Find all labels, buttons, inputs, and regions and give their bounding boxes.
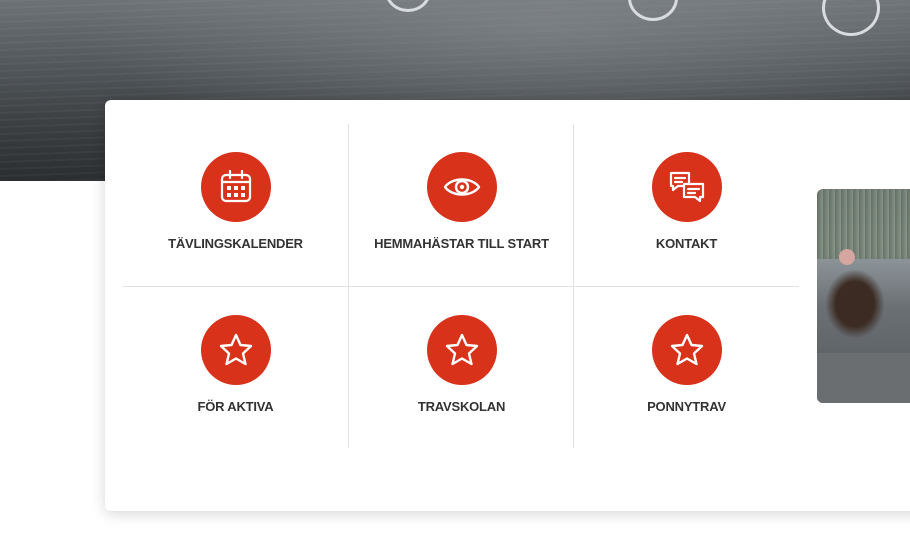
quick-link-label: KONTAKT bbox=[655, 236, 718, 251]
icon-circle bbox=[651, 152, 722, 222]
quick-link-hemmahastar-till-start[interactable]: HEMMAHÄSTAR TILL START bbox=[349, 124, 574, 285]
quick-link-label: TÄVLINGSKALENDER bbox=[168, 236, 303, 251]
race-photo[interactable] bbox=[817, 189, 910, 403]
photo-jockey bbox=[839, 249, 855, 265]
star-icon bbox=[445, 333, 478, 366]
quick-links-card: TÄVLINGSKALENDER HEMMAHÄSTAR TILL START bbox=[105, 100, 910, 511]
chat-bubbles-icon bbox=[669, 171, 704, 203]
quick-link-label: PONNYTRAV bbox=[647, 399, 726, 414]
hero-wheel bbox=[822, 0, 880, 36]
quick-link-label: FÖR AKTIVA bbox=[197, 399, 274, 414]
quick-link-tavlingskalender[interactable]: TÄVLINGSKALENDER bbox=[123, 124, 348, 285]
eye-icon bbox=[443, 178, 480, 196]
quick-link-label: HEMMAHÄSTAR TILL START bbox=[374, 236, 549, 251]
quick-link-for-aktiva[interactable]: FÖR AKTIVA bbox=[123, 287, 348, 448]
star-icon bbox=[670, 333, 703, 366]
photo-track bbox=[817, 353, 910, 403]
icon-circle bbox=[200, 152, 271, 222]
photo-horse bbox=[825, 269, 885, 339]
hero-wheel bbox=[628, 0, 678, 21]
photo-trees bbox=[817, 189, 910, 259]
icon-circle bbox=[426, 152, 497, 222]
quick-link-travskolan[interactable]: TRAVSKOLAN bbox=[349, 287, 574, 448]
calendar-icon bbox=[220, 169, 251, 203]
quick-links-grid: TÄVLINGSKALENDER HEMMAHÄSTAR TILL START bbox=[123, 124, 799, 448]
icon-circle bbox=[200, 315, 271, 385]
icon-circle bbox=[651, 315, 722, 385]
icon-circle bbox=[426, 315, 497, 385]
quick-link-kontakt[interactable]: KONTAKT bbox=[574, 124, 799, 285]
quick-link-ponnytrav[interactable]: PONNYTRAV bbox=[574, 287, 799, 448]
quick-link-label: TRAVSKOLAN bbox=[417, 399, 506, 414]
star-icon bbox=[219, 333, 252, 366]
hero-wheel bbox=[385, 0, 431, 12]
